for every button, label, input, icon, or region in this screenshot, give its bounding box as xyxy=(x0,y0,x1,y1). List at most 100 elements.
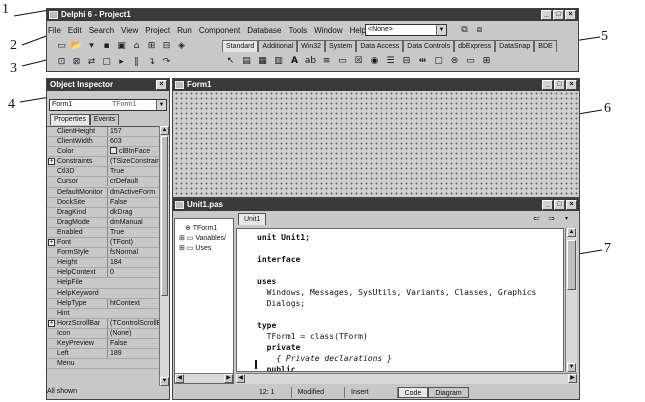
menu-search[interactable]: Search xyxy=(89,26,114,35)
property-value[interactable]: 603 xyxy=(107,137,159,147)
navigate-forward-icon[interactable]: ⇒ xyxy=(545,213,558,225)
property-value[interactable]: (TControlScrollB xyxy=(107,318,159,328)
main-menu-icon[interactable]: ▦ xyxy=(256,55,269,68)
actionlist-icon[interactable]: ⊞ xyxy=(480,55,493,68)
pointer-arrow-icon[interactable]: ↖ xyxy=(224,55,237,68)
property-row[interactable]: FormStyle fsNormal xyxy=(47,248,159,259)
close-button[interactable]: × xyxy=(565,10,576,20)
memo-icon[interactable]: ≡ xyxy=(320,55,333,68)
property-row[interactable]: DockSite False xyxy=(47,197,159,208)
minimize-button[interactable]: _ xyxy=(542,200,553,210)
property-row[interactable]: Hint xyxy=(47,309,159,319)
edit-icon[interactable]: ab xyxy=(304,55,317,68)
scroll-down-icon[interactable]: ▼ xyxy=(160,377,169,386)
property-row[interactable]: + Constraints (TSizeConstraint xyxy=(47,157,159,168)
property-value[interactable]: 189 xyxy=(107,349,159,359)
run-icon[interactable]: ▸ xyxy=(115,56,128,68)
scrollbar-icon[interactable]: ⇹ xyxy=(416,55,429,68)
new-icon[interactable]: ▭ xyxy=(55,40,68,52)
palette-tab-data-access[interactable]: Data Access xyxy=(356,40,404,52)
property-value[interactable]: 184 xyxy=(107,258,159,268)
property-grid-scrollbar[interactable]: ▲ ▼ xyxy=(159,126,169,386)
property-row[interactable]: Cursor crDefault xyxy=(47,177,159,188)
property-row[interactable]: HelpFile xyxy=(47,278,159,289)
tab-properties[interactable]: Properties xyxy=(50,114,90,125)
chevron-down-icon[interactable]: ▾ xyxy=(560,213,573,225)
property-row[interactable]: DefaultMonitor dmActiveForm xyxy=(47,187,159,198)
property-row[interactable]: Ctl3D True xyxy=(47,167,159,178)
palette-tab-system[interactable]: System xyxy=(325,40,357,52)
pause-icon[interactable]: ‖ xyxy=(130,56,143,68)
property-value[interactable]: False xyxy=(107,197,159,207)
property-row[interactable]: HelpType htContext xyxy=(47,298,159,309)
menu-view[interactable]: View xyxy=(121,26,138,35)
scroll-right-icon[interactable]: ▶ xyxy=(224,374,233,383)
help-icon[interactable]: ◈ xyxy=(175,40,188,52)
view-unit-icon[interactable]: ⊡ xyxy=(55,56,68,68)
menu-run[interactable]: Run xyxy=(177,26,192,35)
property-row[interactable]: ClientHeight 157 xyxy=(47,127,159,138)
panel-icon[interactable]: ▭ xyxy=(464,55,477,68)
tab-diagram[interactable]: Diagram xyxy=(428,387,469,398)
remove-file-icon[interactable]: ⊟ xyxy=(160,40,173,52)
save-all-icon[interactable]: ▣ xyxy=(115,40,128,52)
listbox-icon[interactable]: ☰ xyxy=(384,55,397,68)
explorer-item-tform1[interactable]: ⊕ TForm1 xyxy=(185,224,217,233)
menu-component[interactable]: Component xyxy=(199,26,240,35)
scroll-up-icon[interactable]: ▲ xyxy=(567,228,576,237)
property-row[interactable]: Color clBtnFace xyxy=(47,147,159,158)
menu-help[interactable]: Help xyxy=(350,26,366,35)
scroll-left-icon[interactable]: ◀ xyxy=(175,374,184,383)
maximize-button[interactable]: □ xyxy=(554,200,565,210)
groupbox-icon[interactable]: ▢ xyxy=(432,55,445,68)
open-project-icon[interactable]: ⌂ xyxy=(130,40,143,52)
property-value[interactable]: (TSizeConstraint xyxy=(107,157,159,167)
close-button[interactable]: × xyxy=(566,80,577,90)
expand-icon[interactable]: + xyxy=(48,239,55,247)
menu-project[interactable]: Project xyxy=(145,26,170,35)
menu-database[interactable]: Database xyxy=(247,26,281,35)
palette-tab-data-controls[interactable]: Data Controls xyxy=(403,40,455,52)
close-button[interactable]: × xyxy=(566,200,577,210)
property-value[interactable]: htContext xyxy=(107,298,159,308)
code-vscrollbar[interactable]: ▲ ▼ xyxy=(565,228,577,372)
palette-tab-additional[interactable]: Additional xyxy=(258,40,298,52)
minimize-button[interactable]: _ xyxy=(541,10,552,20)
explorer-item-variables[interactable]: ⊞ ▭ Variables/ xyxy=(179,234,226,243)
menu-window[interactable]: Window xyxy=(314,26,342,35)
open-icon[interactable]: 📂 xyxy=(70,40,83,52)
expand-icon[interactable]: + xyxy=(48,158,55,166)
object-selector[interactable]: Form1 TForm1 ▼ xyxy=(49,99,167,111)
toggle-form-unit-icon[interactable]: ⇄ xyxy=(85,56,98,68)
button-icon[interactable]: ▭ xyxy=(336,55,349,68)
property-row[interactable]: KeyPreview False xyxy=(47,338,159,350)
property-row[interactable]: DragKind dkDrag xyxy=(47,207,159,218)
tab-code[interactable]: Code xyxy=(397,387,429,398)
scroll-down-icon[interactable]: ▼ xyxy=(567,363,576,372)
trace-into-icon[interactable]: ↴ xyxy=(145,56,158,68)
property-value[interactable]: True xyxy=(107,167,159,177)
scroll-right-icon[interactable]: ▶ xyxy=(568,374,577,383)
scrollbar-thumb[interactable] xyxy=(567,240,576,290)
navigate-back-icon[interactable]: ⇐ xyxy=(530,213,543,225)
view-form-icon[interactable]: ⊠ xyxy=(70,56,83,68)
popup-menu-icon[interactable]: ▥ xyxy=(272,55,285,68)
property-row[interactable]: Icon (None) xyxy=(47,328,159,339)
save-icon[interactable]: ▪ xyxy=(100,40,113,52)
new-form-icon[interactable]: ▢ xyxy=(100,56,113,68)
property-row[interactable]: DragMode dmManual xyxy=(47,217,159,228)
minimize-button[interactable]: _ xyxy=(542,80,553,90)
property-row[interactable]: HelpContext 0 xyxy=(47,268,159,279)
palette-tab-bde[interactable]: BDE xyxy=(534,40,557,52)
expand-icon[interactable]: + xyxy=(48,319,55,327)
property-value[interactable]: (TFont) xyxy=(107,238,159,248)
explorer-item-uses[interactable]: ⊞ ▭ Uses xyxy=(179,244,211,253)
property-value[interactable]: dmActiveForm xyxy=(107,187,159,197)
property-value[interactable]: dkDrag xyxy=(107,207,159,217)
property-value[interactable]: fsNormal xyxy=(107,248,159,258)
property-row[interactable]: HelpKeyword xyxy=(47,289,159,299)
step-over-icon[interactable]: ↷ xyxy=(160,56,173,68)
maximize-button[interactable]: □ xyxy=(553,10,564,20)
set-debug-desktop-icon[interactable]: ⧈ xyxy=(473,24,486,36)
menu-tools[interactable]: Tools xyxy=(288,26,307,35)
